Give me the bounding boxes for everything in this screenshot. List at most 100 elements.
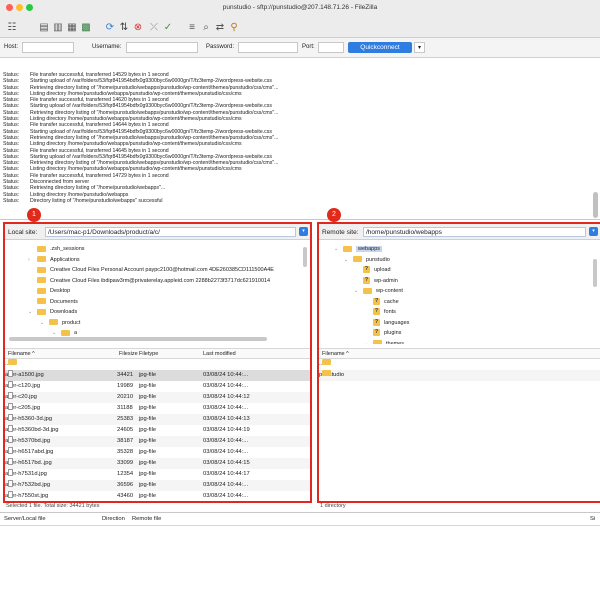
toggle-message-log-icon[interactable]: ▤ (38, 22, 50, 34)
log-message: Directory listing of "/home/punstudio/we… (30, 197, 163, 204)
remote-site-label: Remote site: (322, 229, 359, 236)
remote-file-row[interactable]: punstudio (319, 370, 600, 381)
remote-tree-node[interactable]: ⌄ webapps (334, 244, 383, 255)
local-tree-node[interactable]: Documents (37, 297, 78, 308)
local-col-filename[interactable]: Filename ^ (8, 349, 35, 359)
username-input[interactable] (126, 42, 198, 53)
local-tree-node[interactable]: ⌄ Downloads (28, 307, 77, 318)
file-icon (8, 425, 13, 432)
cancel-operation-icon[interactable]: ⊗ (132, 22, 144, 34)
message-log: Status: File transfer successful, transfe… (0, 58, 600, 220)
disclosure-arrow-icon[interactable]: ⌄ (28, 307, 32, 318)
local-file-modified: 03/08/24 10:44:... (203, 482, 249, 488)
local-tree-hscrollbar[interactable] (9, 337, 267, 341)
local-path-dropdown-icon[interactable]: ▾ (299, 227, 308, 236)
local-col-filesize[interactable]: Filesize (119, 349, 138, 359)
remote-tree-node[interactable]: ⌄ wp-content (354, 286, 403, 297)
local-tree-node[interactable]: ⌄ product (40, 318, 80, 329)
local-col-filetype[interactable]: Filetype (139, 349, 158, 359)
queue-col-server-local-file[interactable]: Server/Local file (4, 516, 46, 522)
local-tree-node[interactable]: .zsh_sessions (37, 244, 85, 255)
remote-tree-node[interactable]: ? fonts (373, 307, 396, 318)
local-file-row[interactable]: acer-h5370bd.jpg 38187 jpg-file 03/08/24 10… (5, 436, 310, 447)
quickconnect-dropdown-button[interactable]: ▾ (414, 42, 425, 53)
local-file-row[interactable]: acer-h5360bd-3d.jpg 24605 jpg-file 03/08/24… (5, 425, 310, 436)
local-site-bar: Local site: /Users/mac-p1/Downloads/prod… (5, 224, 310, 240)
local-file-modified: 03/08/24 10:44:... (203, 449, 249, 455)
disclosure-arrow-icon[interactable]: ⌄ (334, 244, 338, 255)
local-path-input[interactable]: /Users/mac-p1/Downloads/product/a/c/ (45, 227, 296, 237)
remote-tree-label: punstudio (366, 256, 390, 263)
toggle-transfer-queue-icon[interactable]: ▩ (80, 22, 92, 34)
reconnect-icon[interactable]: ✓ (162, 22, 174, 34)
log-scrollbar[interactable] (593, 192, 598, 218)
toggle-local-tree-icon[interactable]: ▥ (52, 22, 64, 34)
disclosure-arrow-icon[interactable]: › (28, 255, 30, 266)
refresh-icon[interactable]: ⟳ (104, 22, 116, 34)
host-input[interactable] (22, 42, 74, 53)
toggle-remote-tree-icon[interactable]: ▦ (66, 22, 78, 34)
local-file-row[interactable]: acer-c120.jpg 19989 jpg-file 03/08/24 10:44… (5, 381, 310, 392)
remote-file-row[interactable]: .. (319, 359, 600, 370)
log-message: Retrieving directory listing of "/home/p… (30, 134, 279, 141)
log-message: File transfer successful, transferred 14… (30, 72, 169, 78)
local-file-row[interactable]: acer-h5360-3d.jpg 25383 jpg-file 03/08/24 1… (5, 414, 310, 425)
folder-icon (37, 245, 46, 252)
local-file-modified: 03/08/24 10:44:... (203, 493, 249, 499)
disclosure-arrow-icon[interactable]: ⌄ (344, 255, 348, 266)
local-file-row[interactable]: acer-c205.jpg 31188 jpg-file 03/08/24 10:44… (5, 403, 310, 414)
remote-tree-label: languages (384, 319, 410, 326)
file-icon (8, 414, 13, 421)
password-input[interactable] (238, 42, 298, 53)
local-tree-node[interactable]: › Applications (28, 255, 80, 266)
remote-col-filename[interactable]: Filename ^ (322, 349, 349, 359)
local-file-list: .. acer-a1500.jpg 34421 jpg-file 03/08/24 10… (5, 359, 310, 501)
local-file-size: 24605 (117, 427, 134, 433)
queue-col-direction[interactable]: Direction (102, 516, 125, 522)
site-manager-icon[interactable]: ☷ (6, 22, 18, 34)
disconnect-icon[interactable]: ⤫ (148, 22, 160, 34)
remote-tree-node[interactable]: ? languages (373, 318, 409, 329)
local-file-row[interactable]: acer-a1500.jpg 34421 jpg-file 03/08/24 10:4… (5, 370, 310, 381)
local-file-row[interactable]: acer-h6517bd..jpg 33099 jpg-file 03/08/24 1… (5, 458, 310, 469)
remote-tree-scrollbar[interactable] (593, 259, 597, 287)
local-file-row[interactable]: acer-h7531d.jpg 12354 jpg-file 03/08/24 10:… (5, 469, 310, 480)
remote-tree-node[interactable]: ? plugins (373, 328, 401, 339)
search-icon[interactable]: ⌕ (200, 22, 212, 34)
process-queue-icon[interactable]: ⇅ (118, 22, 130, 34)
local-tree-label: .zsh_sessions (50, 246, 85, 252)
remote-tree-node[interactable]: ⌄ themes (364, 339, 404, 344)
local-tree-node[interactable]: Creative Cloud Files ibdipaw3rm@privater… (37, 276, 270, 287)
find-files-icon[interactable]: ⚲ (228, 22, 240, 34)
local-tree-scrollbar[interactable] (303, 247, 307, 267)
queue-col-size[interactable]: Si (590, 516, 595, 522)
local-tree-node[interactable]: ⌄ a (52, 328, 77, 339)
disclosure-arrow-icon[interactable]: ⌄ (364, 339, 368, 345)
remote-path-input[interactable]: /home/punstudio/webapps (363, 227, 586, 237)
filter-icon[interactable]: ≡ (186, 22, 198, 34)
local-file-row[interactable]: acer-h7532bd.jpg 36596 jpg-file 03/08/24 10… (5, 480, 310, 491)
file-icon (8, 381, 13, 388)
local-file-row[interactable]: acer-c20.jpg 20210 jpg-file 03/08/24 10:44:… (5, 392, 310, 403)
disclosure-arrow-icon[interactable]: ⌄ (52, 328, 56, 339)
queue-col-remote-file[interactable]: Remote file (132, 516, 161, 522)
remote-tree-node[interactable]: ? wp-admin (363, 276, 398, 287)
sync-browsing-icon[interactable]: ⇄ (214, 22, 226, 34)
remote-path-dropdown-icon[interactable]: ▾ (589, 227, 598, 236)
remote-tree-node[interactable]: ? upload (363, 265, 391, 276)
local-file-row[interactable]: acer-h6517abd.jpg 35328 jpg-file 03/08/24 1… (5, 447, 310, 458)
local-tree-node[interactable]: Desktop (37, 286, 70, 297)
quickconnect-button[interactable]: Quickconnect (348, 42, 412, 53)
remote-tree-node[interactable]: ? cache (373, 297, 399, 308)
disclosure-arrow-icon[interactable]: ⌄ (354, 286, 358, 297)
local-file-name: acer-h5360bd-3d.jpg (5, 427, 59, 433)
local-file-row[interactable]: .. (5, 359, 310, 370)
local-col-last-modified[interactable]: Last modified (203, 349, 236, 359)
local-file-row[interactable]: acer-h7550st.jpg 43460 jpg-file 03/08/24 10… (5, 491, 310, 501)
port-input[interactable] (318, 42, 344, 53)
local-tree-node[interactable]: Creative Cloud Files Personal Account pa… (37, 265, 274, 276)
file-icon (8, 403, 13, 410)
disclosure-arrow-icon[interactable]: ⌄ (40, 318, 44, 329)
remote-tree-node[interactable]: ⌄ punstudio (344, 255, 390, 266)
local-file-type: jpg-file (139, 405, 157, 411)
